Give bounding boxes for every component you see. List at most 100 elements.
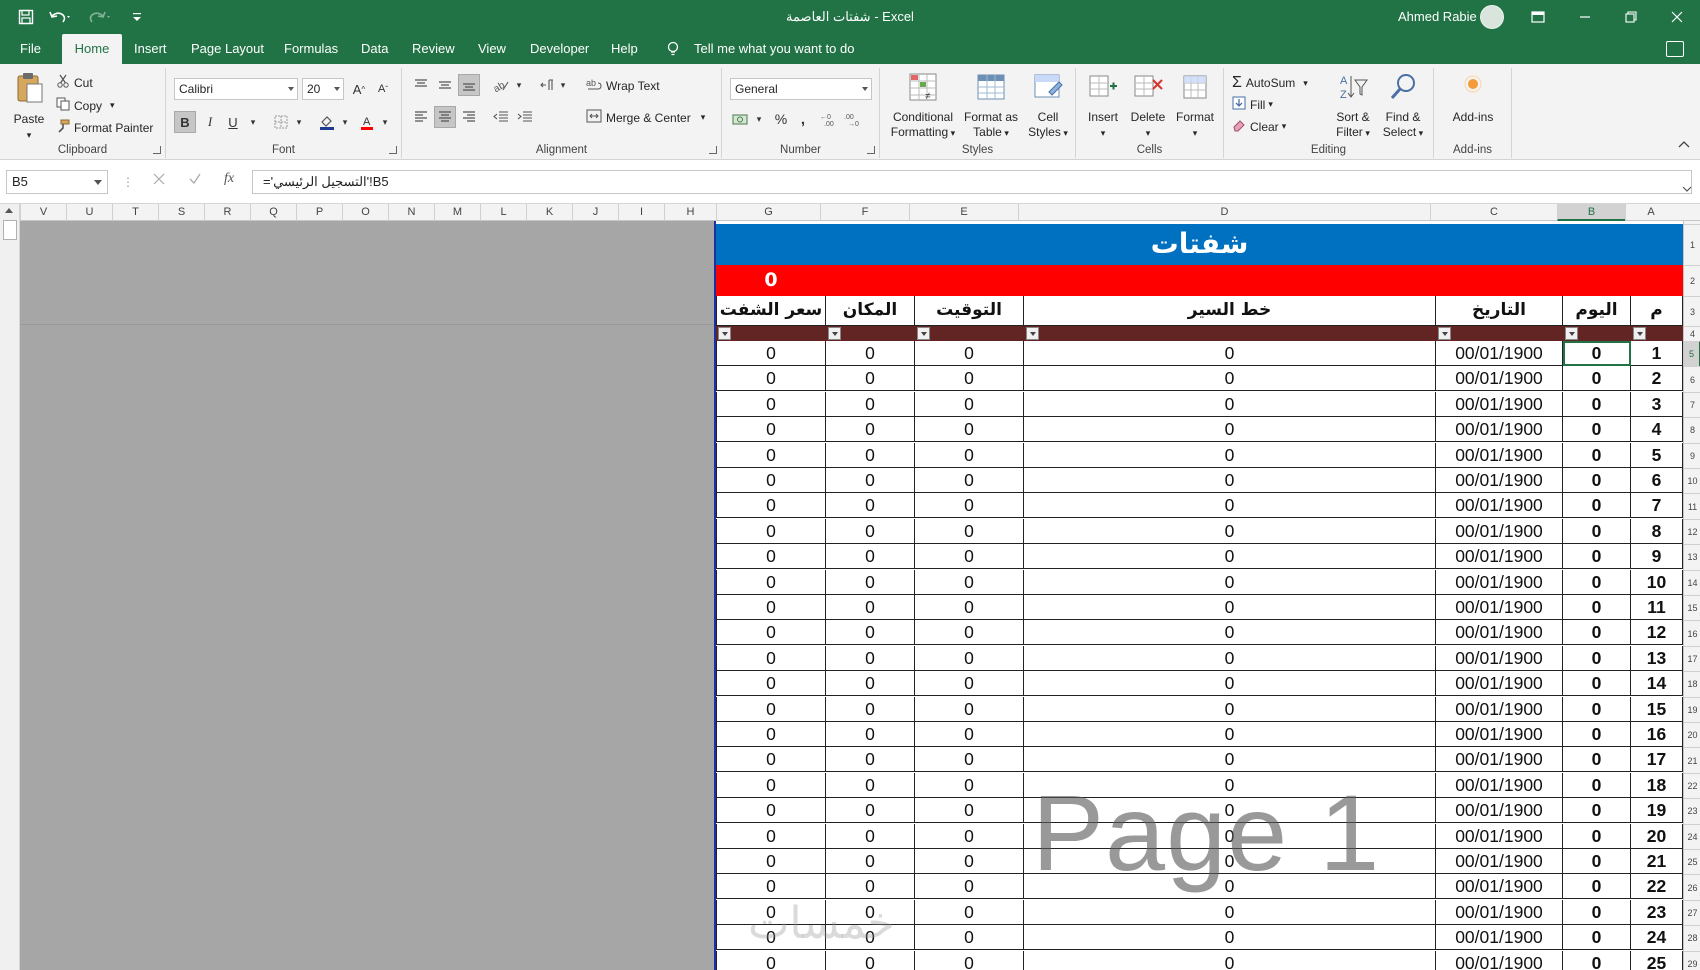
decrease-indent-icon[interactable]	[490, 106, 512, 128]
column-header-h[interactable]: H	[664, 204, 716, 221]
row-header-17[interactable]: 17	[1684, 645, 1700, 671]
scroll-up-icon[interactable]	[5, 208, 13, 213]
cell-date[interactable]: 00/01/1900	[1436, 569, 1563, 595]
cell-place[interactable]: 0	[826, 544, 915, 570]
cell-time[interactable]: 0	[915, 620, 1024, 646]
row-header-14[interactable]: 14	[1684, 569, 1700, 595]
cell-time[interactable]: 0	[915, 925, 1024, 951]
row-header-24[interactable]: 24	[1684, 823, 1700, 849]
cell-price[interactable]: 0	[716, 772, 826, 798]
cell-place[interactable]: 0	[826, 798, 915, 824]
grow-font-icon[interactable]: A ^	[348, 78, 370, 100]
cell-place[interactable]: 0	[826, 849, 915, 874]
cell-date[interactable]: 00/01/1900	[1436, 468, 1563, 493]
tab-help[interactable]: Help	[601, 34, 648, 64]
font-size-combo[interactable]: 20	[302, 78, 344, 100]
close-icon[interactable]	[1654, 0, 1700, 34]
cell-place[interactable]: 0	[826, 696, 915, 722]
tab-view[interactable]: View	[468, 34, 516, 64]
cell-price[interactable]: 0	[716, 798, 826, 824]
cell-time[interactable]: 0	[915, 671, 1024, 697]
cell-place[interactable]: 0	[826, 493, 915, 519]
cell-day[interactable]: 0	[1563, 442, 1631, 468]
cell-time[interactable]: 0	[915, 772, 1024, 798]
cell-serial[interactable]: 19	[1631, 798, 1683, 824]
cell-route[interactable]: 0	[1024, 468, 1436, 493]
cell-price[interactable]: 0	[716, 747, 826, 773]
row-header-6[interactable]: 6	[1684, 366, 1700, 391]
cell-route[interactable]: 0	[1024, 874, 1436, 900]
column-header-s[interactable]: S	[158, 204, 204, 221]
cell-day[interactable]: 0	[1563, 798, 1631, 824]
cell-price[interactable]: 0	[716, 874, 826, 900]
cell-price[interactable]: 0	[716, 518, 826, 544]
italic-button[interactable]: I	[199, 111, 221, 133]
wrap-text-button[interactable]: ab Wrap Text	[586, 77, 660, 94]
tab-developer[interactable]: Developer	[520, 34, 599, 64]
cell-serial[interactable]: 18	[1631, 772, 1683, 798]
collapse-ribbon-icon[interactable]	[1678, 137, 1690, 151]
header-date[interactable]: التاريخ	[1436, 296, 1563, 326]
tell-me-search[interactable]: Tell me what you want to do	[694, 34, 854, 64]
cell-serial[interactable]: 3	[1631, 391, 1683, 417]
filter-dropdown-day-icon[interactable]	[1565, 327, 1578, 340]
percent-button[interactable]: %	[770, 108, 792, 130]
cell-route[interactable]: 0	[1024, 569, 1436, 595]
row-header-28[interactable]: 28	[1684, 925, 1700, 950]
cell-place[interactable]: 0	[826, 772, 915, 798]
cell-price[interactable]: 0	[716, 391, 826, 417]
tab-review[interactable]: Review	[402, 34, 465, 64]
cell-time[interactable]: 0	[915, 391, 1024, 417]
cell-day[interactable]: 0	[1563, 391, 1631, 417]
insert-cells-button[interactable]: Insert ▾	[1082, 72, 1124, 141]
cell-price[interactable]: 0	[716, 645, 826, 671]
cell-route[interactable]: 0	[1024, 950, 1436, 970]
cell-route[interactable]: 0	[1024, 772, 1436, 798]
bold-button[interactable]: B	[174, 111, 196, 133]
column-header-n[interactable]: N	[388, 204, 434, 221]
cell-price[interactable]: 0	[716, 493, 826, 519]
cell-time[interactable]: 0	[915, 544, 1024, 570]
delete-cells-button[interactable]: Delete ▾	[1126, 72, 1170, 141]
cell-date[interactable]: 00/01/1900	[1436, 696, 1563, 722]
sort-filter-button[interactable]: AZ Sort & Filter ▾	[1330, 72, 1376, 141]
cell-day[interactable]: 0	[1563, 747, 1631, 773]
cell-date[interactable]: 00/01/1900	[1436, 874, 1563, 900]
format-painter-button[interactable]: Format Painter	[56, 119, 153, 136]
cell-place[interactable]: 0	[826, 366, 915, 392]
cell-date[interactable]: 00/01/1900	[1436, 391, 1563, 417]
cell-serial[interactable]: 14	[1631, 671, 1683, 697]
row-header-3[interactable]: 3	[1684, 296, 1700, 326]
font-color-dropdown-icon[interactable]: ▾	[374, 111, 396, 133]
cell-day[interactable]: 0	[1563, 645, 1631, 671]
row-header-13[interactable]: 13	[1684, 544, 1700, 569]
restore-icon[interactable]	[1608, 0, 1654, 34]
cell-route[interactable]: 0	[1024, 823, 1436, 849]
row-header-25[interactable]: 25	[1684, 849, 1700, 874]
cell-place[interactable]: 0	[826, 569, 915, 595]
cell-route[interactable]: 0	[1024, 518, 1436, 544]
column-header-i[interactable]: I	[618, 204, 664, 221]
alignment-launcher-icon[interactable]	[709, 146, 717, 154]
cell-time[interactable]: 0	[915, 798, 1024, 824]
orientation-dropdown-icon[interactable]: ▾	[508, 74, 530, 96]
cell-time[interactable]: 0	[915, 518, 1024, 544]
cell-time[interactable]: 0	[915, 595, 1024, 620]
cell-route[interactable]: 0	[1024, 899, 1436, 925]
cell-price[interactable]: 0	[716, 671, 826, 697]
cell-serial[interactable]: 15	[1631, 696, 1683, 722]
column-header-e[interactable]: E	[909, 204, 1018, 221]
cell-route[interactable]: 0	[1024, 620, 1436, 646]
tab-file[interactable]: File	[10, 34, 51, 64]
cell-place[interactable]: 0	[826, 823, 915, 849]
cell-price[interactable]: 0	[716, 468, 826, 493]
cell-price[interactable]: 0	[716, 595, 826, 620]
header-serial[interactable]: م	[1631, 296, 1683, 326]
cell-place[interactable]: 0	[826, 722, 915, 747]
cell-day[interactable]: 0	[1563, 772, 1631, 798]
cell-place[interactable]: 0	[826, 620, 915, 646]
column-header-r[interactable]: R	[204, 204, 250, 221]
ribbon-display-icon[interactable]	[1515, 0, 1561, 34]
cell-time[interactable]: 0	[915, 950, 1024, 970]
column-header-o[interactable]: O	[342, 204, 388, 221]
